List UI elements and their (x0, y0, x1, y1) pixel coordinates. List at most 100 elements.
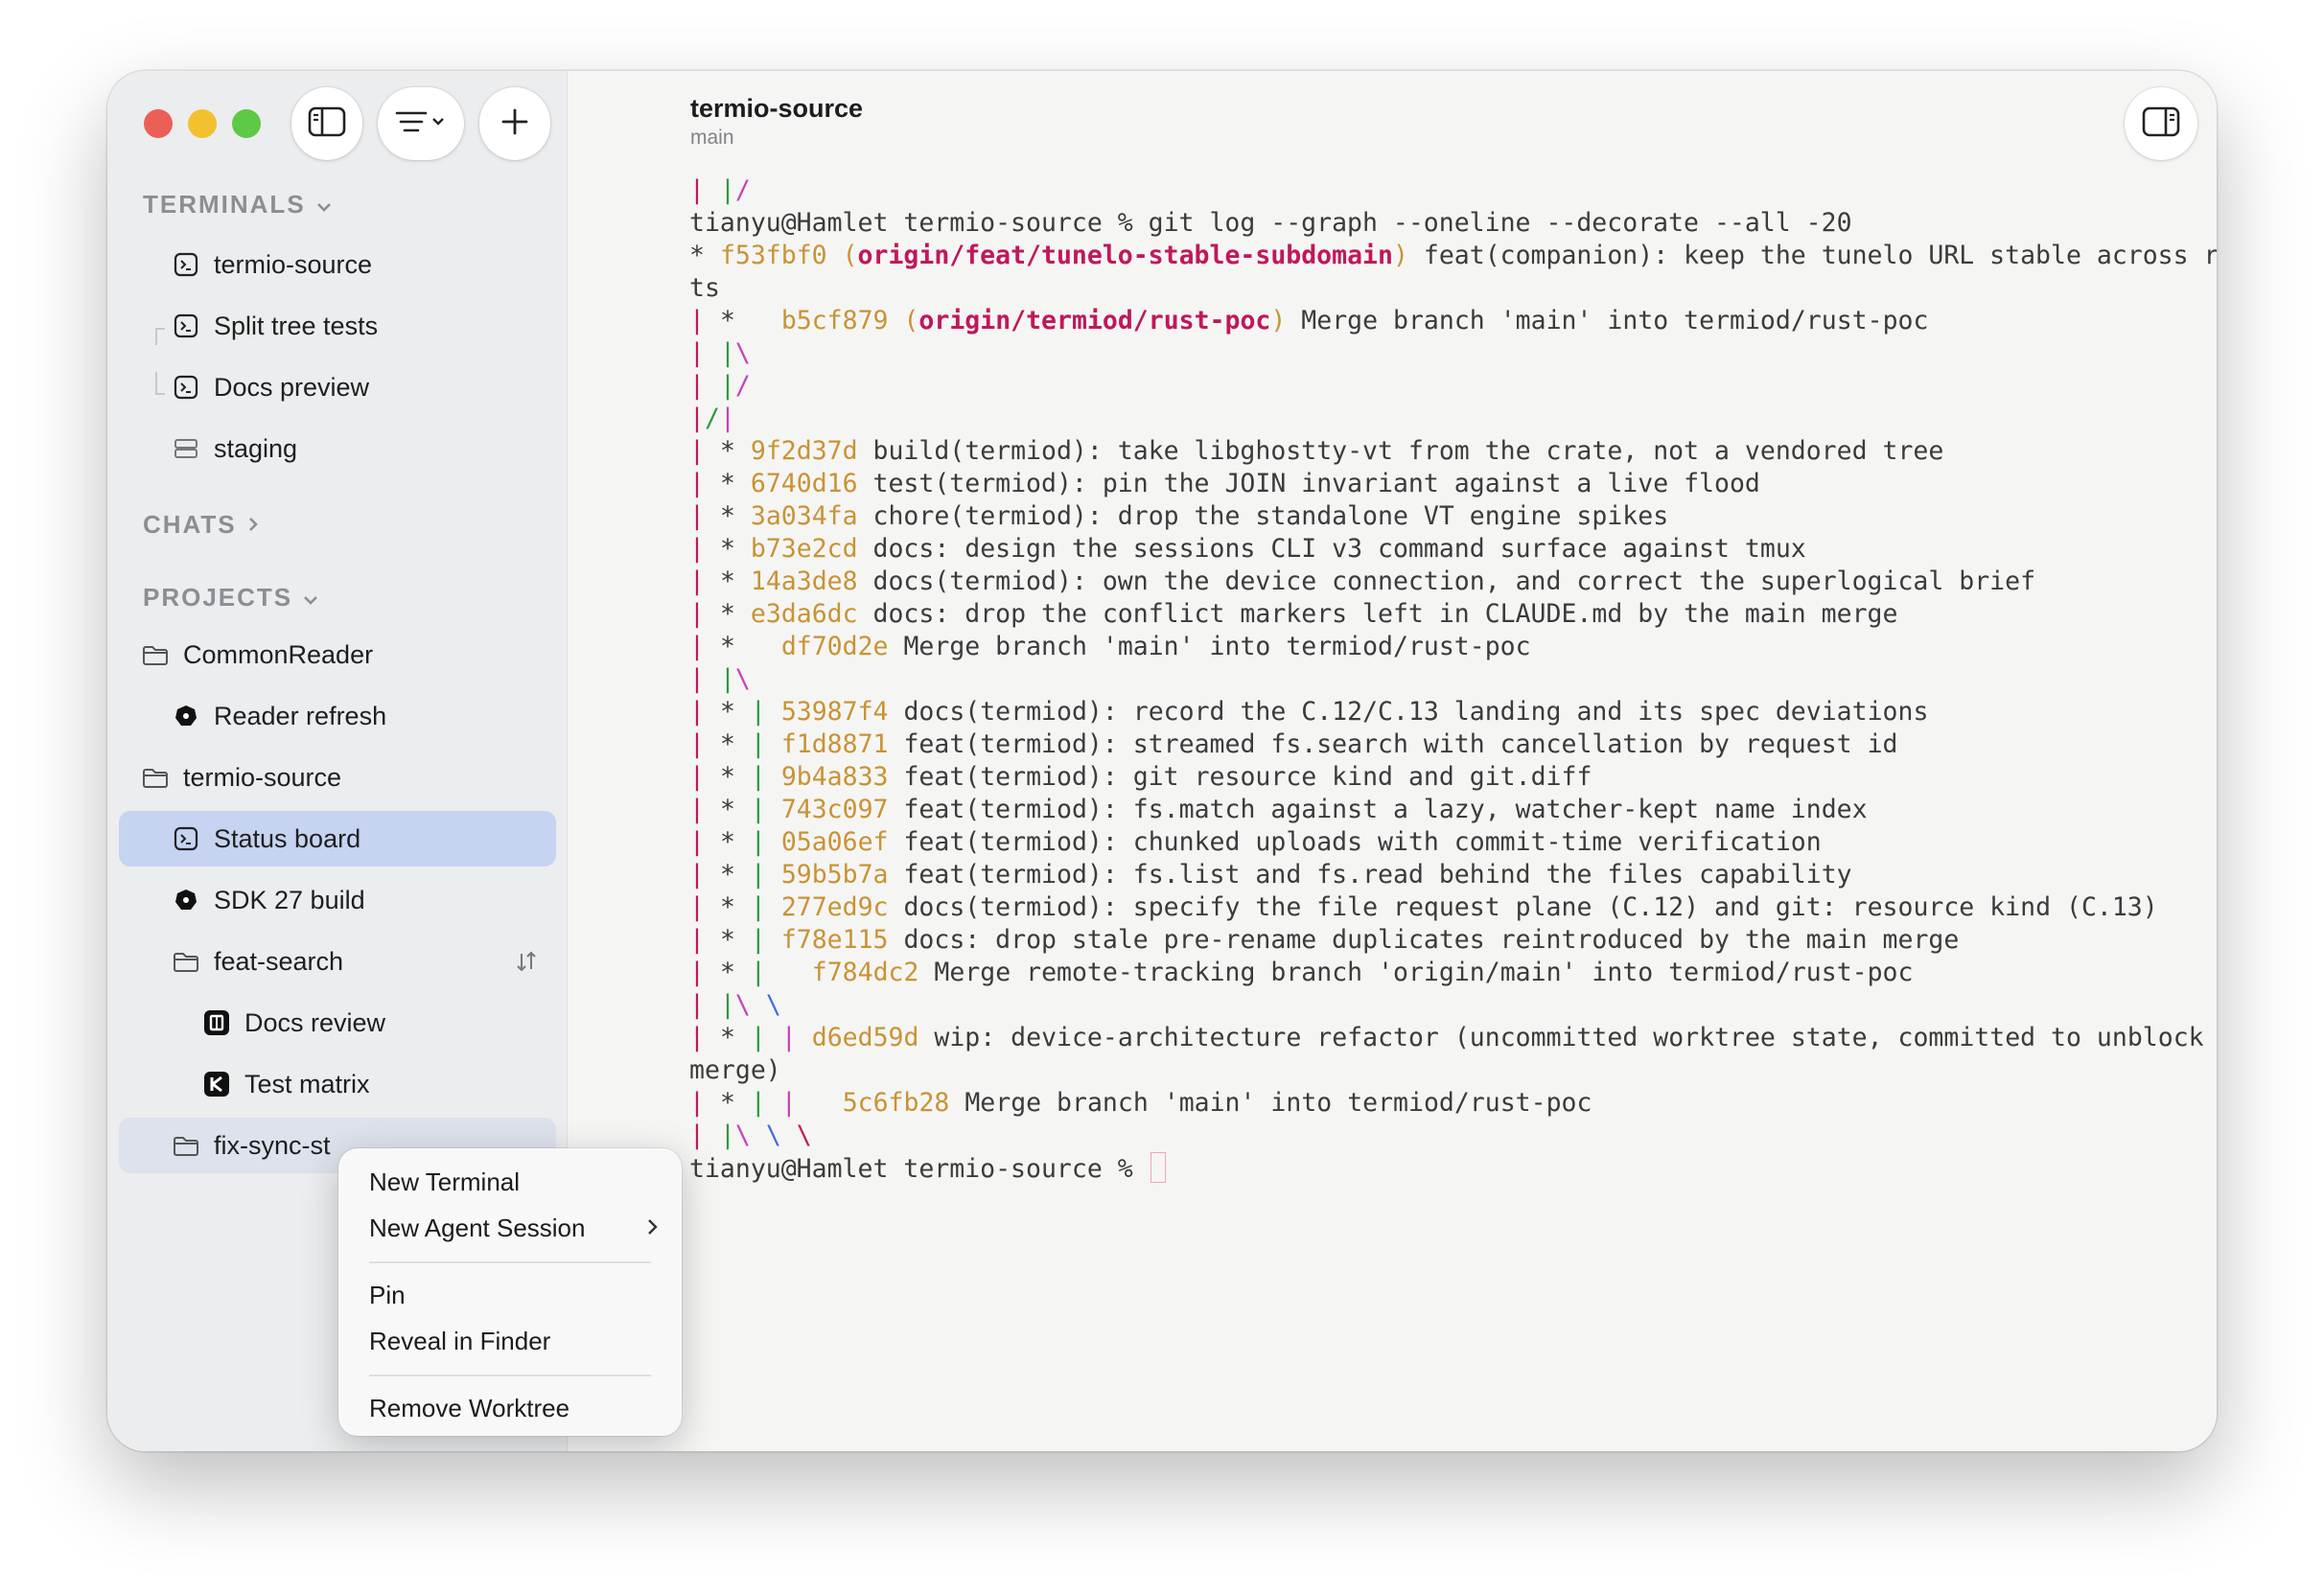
folder-icon (141, 640, 170, 669)
commit-hash: 9b4a833 (780, 762, 889, 792)
git-graph: | * | | (689, 1088, 797, 1118)
zoom-window-button[interactable] (232, 109, 261, 138)
line-text: Merge branch 'main' into termiod/rust-po… (1286, 306, 1929, 335)
sidebar-item-label: Docs preview (214, 372, 370, 402)
commit-hash: 743c097 (780, 795, 889, 824)
commit-hash: 9f2d37d (750, 436, 858, 466)
folder-icon (172, 947, 200, 976)
branch-ref: origin/termiod/rust-poc (918, 306, 1271, 335)
line-text: wip: device-architecture refactor (uncom… (918, 1023, 2217, 1052)
sidebar-item-docs-review[interactable]: Docs review (119, 995, 556, 1051)
line-text: tianyu@Hamlet termio-source % (689, 1154, 1149, 1184)
sidebar-item-label: CommonReader (183, 639, 374, 669)
line-text: feat(termiod): chunked uploads with comm… (888, 827, 1822, 857)
sidebar-item-split-tree-tests[interactable]: Split tree tests (119, 298, 556, 354)
line-text: chore(termiod): drop the standalone VT e… (857, 501, 1669, 531)
terminal-line: | |/ (689, 174, 2201, 207)
sidebar-item-label: staging (214, 433, 298, 463)
menu-item-reveal-in-finder[interactable]: Reveal in Finder (369, 1327, 659, 1356)
sidebar-item-test-matrix[interactable]: Test matrix (119, 1056, 556, 1112)
git-graph: | * | (689, 697, 766, 727)
sidebar-item-label: Split tree tests (214, 311, 379, 340)
sidebar-item-status-board[interactable]: Status board (119, 811, 556, 867)
line-text: feat(termiod): fs.match against a lazy, … (888, 795, 1868, 824)
sidebar-project-termio-source[interactable]: termio-source (119, 750, 556, 805)
sidebar-item-label: feat-search (214, 946, 344, 976)
terminal-output[interactable]: | |/tianyu@Hamlet termio-source % git lo… (689, 174, 2217, 1185)
filter-lines-icon (393, 107, 449, 141)
git-graph: | * | (689, 958, 766, 987)
commit-hash: f78e115 (780, 925, 889, 955)
app-window: TERMINALS termio-source Split tree tests… (107, 71, 2217, 1451)
commit-hash: 3a034fa (750, 501, 858, 531)
right-panel-toggle-button[interactable] (2125, 87, 2197, 160)
sidebar-item-label: Status board (214, 823, 361, 853)
commit-hash: d6ed59d (811, 1023, 919, 1052)
commit-hash: 277ed9c (780, 892, 889, 922)
sidebar-project-commonreader[interactable]: CommonReader (119, 627, 556, 682)
sidebar-item-feat-search[interactable]: feat-search (119, 934, 556, 989)
terminal-line: ts (689, 272, 2201, 305)
chats-section-header[interactable]: CHATS (143, 510, 260, 540)
terminal-line: | * | | 5c6fb28 Merge branch 'main' into… (689, 1087, 2201, 1120)
sidebar-item-label: Reader refresh (214, 701, 387, 730)
line-text: feat(companion): keep the tunelo URL sta… (1407, 241, 2217, 270)
sidebar-item-reader-refresh[interactable]: Reader refresh (119, 688, 556, 744)
plus-icon (500, 107, 529, 141)
terminal-line: | * 3a034fa chore(termiod): drop the sta… (689, 500, 2201, 533)
projects-section-header[interactable]: PROJECTS (143, 583, 319, 613)
terminal-line: | * | f784dc2 Merge remote-tracking bran… (689, 957, 2201, 989)
branch-ref: origin/feat/tunelo-stable-subdomain (857, 241, 1393, 270)
menu-item-remove-worktree[interactable]: Remove Worktree (369, 1394, 659, 1423)
git-graph: | * | (689, 762, 766, 792)
git-graph: | * (689, 306, 735, 335)
right-panel-icon (2142, 106, 2180, 142)
menu-item-pin[interactable]: Pin (369, 1281, 659, 1310)
sidebar-item-staging[interactable]: staging (119, 421, 556, 476)
terminal-line: tianyu@Hamlet termio-source % (689, 1152, 2201, 1185)
git-graph: | |\ \ \ (689, 1121, 812, 1150)
terminal-line: | * b5cf879 (origin/termiod/rust-poc) Me… (689, 306, 1929, 335)
k-icon (202, 1070, 231, 1098)
git-graph: | |\ \ (689, 990, 781, 1020)
sidebar-item-termio-source[interactable]: termio-source (119, 237, 556, 292)
commit-hash: 5c6fb28 (842, 1088, 950, 1118)
terminal-icon (172, 373, 200, 402)
line-text: ts (689, 273, 720, 303)
menu-item-new-agent-session[interactable]: New Agent Session (369, 1214, 659, 1243)
chevron-down-icon (302, 583, 319, 613)
line-text: Merge branch 'main' into termiod/rust-po… (949, 1088, 1592, 1118)
terminal-line: | * | 9b4a833 feat(termiod): git resourc… (689, 761, 2201, 794)
commit-hash: f1d8871 (780, 729, 889, 759)
sidebar-item-docs-preview[interactable]: Docs preview (119, 359, 556, 415)
line-text: docs: drop stale pre-rename duplicates r… (888, 925, 1960, 955)
context-menu: New Terminal New Agent Session Pin Revea… (338, 1148, 682, 1436)
git-graph: | * (689, 632, 735, 661)
sidebar-toggle-icon (308, 106, 346, 142)
sidebar-item-sdk-27-build[interactable]: SDK 27 build (119, 872, 556, 928)
git-graph: | * | (689, 860, 766, 890)
line-text: Merge remote-tracking branch 'origin/mai… (918, 958, 1914, 987)
chats-header-label: CHATS (143, 510, 237, 539)
terminal-line: | |\ (689, 337, 2201, 370)
line-text: test(termiod): pin the JOIN invariant ag… (857, 469, 1760, 498)
commit-hash: 59b5b7a (780, 860, 889, 890)
window-subtitle: main (690, 127, 734, 149)
terminal-line: tianyu@Hamlet termio-source % git log --… (689, 207, 2201, 240)
close-window-button[interactable] (144, 109, 173, 138)
terminal-line: | * e3da6dc docs: drop the conflict mark… (689, 598, 2201, 631)
line-text: feat(termiod): fs.list and fs.read behin… (888, 860, 1852, 890)
minimize-window-button[interactable] (188, 109, 217, 138)
sidebar-toggle-button[interactable] (291, 87, 362, 160)
git-graph: | * | (689, 925, 766, 955)
filter-menu-button[interactable] (378, 87, 464, 160)
commit-hash: df70d2e (780, 632, 889, 661)
git-graph: | * (689, 436, 735, 466)
menu-item-new-terminal[interactable]: New Terminal (369, 1167, 659, 1197)
terminals-section-header[interactable]: TERMINALS (143, 190, 333, 220)
add-button[interactable] (479, 87, 550, 160)
line-text: build(termiod): take libghostty-vt from … (857, 436, 1944, 466)
terminal-line: | * | 743c097 feat(termiod): fs.match ag… (689, 794, 2201, 826)
terminal-cursor[interactable] (1150, 1152, 1166, 1183)
git-graph: | |\ (689, 664, 751, 694)
